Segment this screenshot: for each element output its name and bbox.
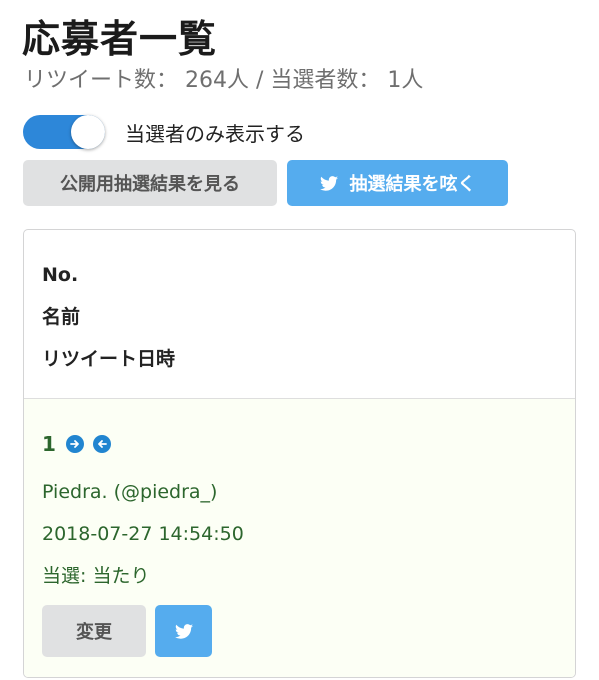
page-title: 応募者一覧 bbox=[22, 17, 218, 61]
tweet-entry-button[interactable] bbox=[155, 605, 212, 657]
tweet-results-button[interactable]: 抽選結果を呟く bbox=[287, 160, 508, 206]
column-headers: No. 名前 リツイート日時 bbox=[24, 230, 575, 399]
entry-number-row: 1 bbox=[42, 429, 575, 459]
summary-counts: リツイート数： 264人 / 当選者数： 1人 bbox=[24, 68, 424, 93]
entry-name[interactable]: Piedra. (@piedra_) bbox=[42, 471, 575, 513]
twitter-bird-icon bbox=[319, 175, 338, 191]
arrow-circle-left-icon[interactable] bbox=[92, 435, 111, 453]
header-number: No. bbox=[42, 264, 79, 286]
view-public-results-button[interactable]: 公開用抽選結果を見る bbox=[23, 160, 277, 206]
entrants-card: No. 名前 リツイート日時 1 Piedra. (@piedra_) 2018… bbox=[23, 229, 576, 678]
tweet-results-label: 抽選結果を呟く bbox=[349, 174, 476, 195]
entry-actions: 変更 bbox=[42, 605, 575, 657]
change-button[interactable]: 変更 bbox=[42, 605, 146, 657]
arrow-circle-right-icon[interactable] bbox=[65, 435, 84, 453]
header-name: 名前 bbox=[42, 306, 81, 328]
winners-only-filter: 当選者のみ表示する bbox=[23, 115, 305, 149]
toggle-label: 当選者のみ表示する bbox=[125, 121, 305, 146]
toggle-knob[interactable] bbox=[71, 115, 105, 149]
action-buttons: 公開用抽選結果を見る 抽選結果を呟く bbox=[23, 160, 508, 206]
table-row: 1 Piedra. (@piedra_) 2018-07-27 14:54:50… bbox=[24, 399, 575, 677]
entry-status: 当選: 当たり bbox=[42, 565, 150, 587]
header-retweet-time: リツイート日時 bbox=[42, 348, 176, 370]
entry-number: 1 bbox=[42, 432, 56, 456]
entry-retweet-time: 2018-07-27 14:54:50 bbox=[42, 523, 244, 545]
winners-only-toggle[interactable] bbox=[23, 115, 105, 149]
twitter-bird-icon bbox=[174, 623, 193, 639]
